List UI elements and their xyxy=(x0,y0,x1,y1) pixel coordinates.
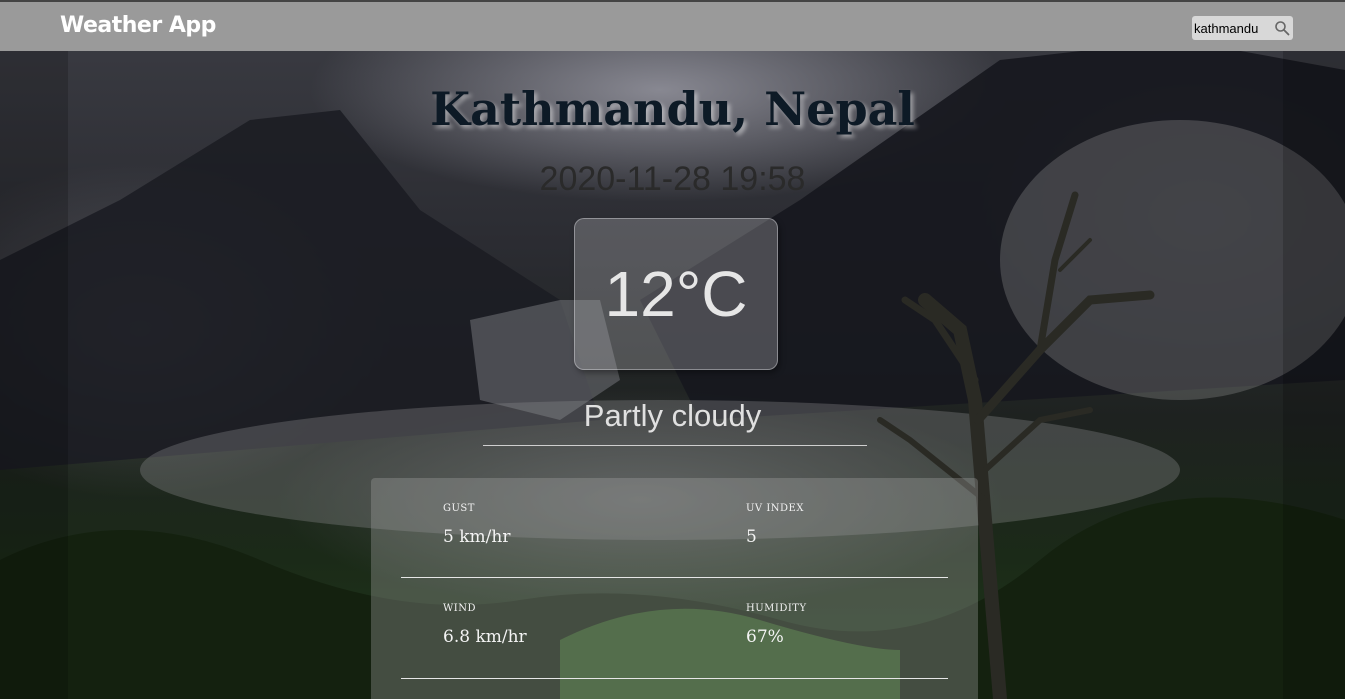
condition-divider xyxy=(483,445,867,446)
weather-condition: Partly cloudy xyxy=(583,398,762,433)
location-title: Kathmandu, Nepal xyxy=(430,82,915,136)
weather-details-panel: GUST 5 km/hr UV INDEX 5 WIND 6.8 km/hr H… xyxy=(371,478,978,699)
detail-value: 5 km/hr xyxy=(443,527,511,547)
detail-uv-index: UV INDEX 5 xyxy=(746,503,804,547)
left-shade xyxy=(0,51,68,699)
temperature-card: 12°C xyxy=(574,218,778,370)
details-divider xyxy=(401,577,948,578)
detail-gust: GUST 5 km/hr xyxy=(443,503,510,547)
details-divider xyxy=(401,678,948,679)
detail-value: 67% xyxy=(746,627,784,647)
right-shade xyxy=(1283,51,1345,699)
app-brand[interactable]: Weather App xyxy=(60,13,216,38)
detail-wind: WIND 6.8 km/hr xyxy=(443,603,527,647)
detail-value: 5 xyxy=(746,527,757,547)
detail-humidity: HUMIDITY 67% xyxy=(746,603,807,647)
detail-label: WIND xyxy=(443,603,476,614)
temperature-value: 12°C xyxy=(604,258,748,330)
search-input[interactable] xyxy=(1194,18,1270,38)
top-navbar: Weather App xyxy=(0,0,1345,51)
detail-label: GUST xyxy=(443,503,475,514)
search-box xyxy=(1192,16,1293,40)
detail-label: HUMIDITY xyxy=(746,603,807,614)
detail-value: 6.8 km/hr xyxy=(443,627,527,647)
local-datetime: 2020-11-28 19:58 xyxy=(539,160,806,198)
search-icon[interactable] xyxy=(1274,20,1290,36)
detail-label: UV INDEX xyxy=(746,503,804,514)
